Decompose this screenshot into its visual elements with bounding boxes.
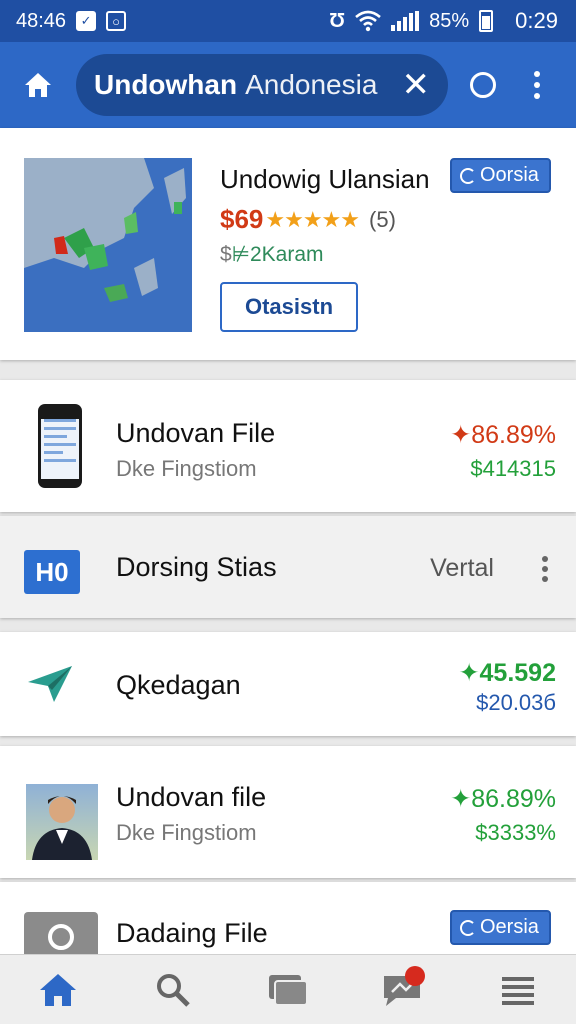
nav-menu-button[interactable] [488, 960, 548, 1020]
list-item[interactable]: H0 Dorsing Stias Vertal [0, 516, 576, 618]
version-badge-label: Oersia [480, 916, 539, 938]
search-query-rest: Andonesia [245, 69, 378, 100]
search-field[interactable]: Undowhan Andonesia ✕ [76, 54, 448, 116]
list-item-title: Undovan File [116, 418, 276, 448]
price-amount: $3333% [475, 820, 556, 845]
list-item[interactable]: Undovan File Dke Fingstiom ✦86.89% $4143… [0, 380, 576, 512]
status-left: 48:46 ✓ ○ [16, 9, 127, 33]
signal-icon [391, 11, 420, 31]
status-time: 48:46 [16, 9, 67, 32]
list-item-title: Dadaing File [116, 918, 268, 948]
item-menu-icon[interactable] [542, 556, 548, 582]
list-item[interactable]: Dadaing File Oersia [0, 882, 576, 954]
usb-icon: Ʊ [329, 9, 346, 32]
price-change: ✦86.89% [450, 785, 556, 813]
featured-card[interactable]: Undowig Ulansian Oorsia $69 ★★★★★ (5) $⊭… [0, 128, 576, 360]
featured-sub-text: ⊭2Karam [231, 243, 324, 266]
list-item-title: Qkedagan [116, 670, 241, 700]
list-item-subtitle: Dke Fingstiom [116, 456, 257, 481]
version-badge[interactable]: Oersia [450, 910, 551, 945]
price-change: ✦45.592 [458, 659, 556, 687]
list-item[interactable]: Qkedagan ✦45.592 $20.03б [0, 632, 576, 736]
avatar [26, 784, 98, 860]
nav-home-button[interactable] [28, 960, 88, 1020]
rating-stars: ★★★★★ [265, 206, 360, 232]
price-rating-row: $69 ★★★★★ (5) [220, 204, 396, 235]
circle-action-icon[interactable] [470, 72, 496, 98]
list-item-title: Undovan file [116, 782, 267, 812]
map-thumbnail [24, 158, 192, 332]
file-icon [24, 912, 98, 954]
send-arrow-icon [28, 666, 72, 702]
price-change: ✦86.89% [450, 421, 556, 449]
menu-icon [502, 976, 535, 1005]
price-amount: $20.03б [476, 690, 556, 715]
battery-icon [479, 10, 494, 32]
camera-notification-icon: ○ [106, 11, 127, 31]
price: $69 [220, 204, 264, 234]
badge-ring-icon [460, 167, 476, 184]
status-right: Ʊ 85% 0:29 [329, 8, 558, 34]
nav-windows-button[interactable] [258, 960, 318, 1020]
version-badge[interactable]: Oorsia [450, 158, 551, 193]
battery-percent: 85% [429, 9, 470, 32]
featured-action-button[interactable]: Otasistn [220, 282, 358, 332]
rating-count: (5) [369, 206, 396, 232]
featured-subtitle: $⊭2Karam [220, 242, 324, 267]
list-item[interactable]: Undovan file Dke Fingstiom ✦86.89% $3333… [0, 746, 576, 878]
nav-messages-button[interactable] [373, 960, 433, 1020]
clear-search-icon[interactable]: ✕ [402, 68, 431, 102]
bottom-navigation [0, 954, 576, 1024]
check-notification-icon: ✓ [76, 11, 97, 31]
windows-icon [268, 974, 308, 1006]
status-bar: 48:46 ✓ ○ Ʊ 85% 0:29 [0, 0, 576, 42]
overflow-menu-icon[interactable] [534, 71, 540, 99]
badge-ring-icon [460, 919, 476, 936]
search-query-bold: Undowhan [94, 69, 238, 100]
h0-app-icon: H0 [24, 550, 80, 594]
app-bar: Undowhan Andonesia ✕ [0, 42, 576, 128]
wifi-icon [355, 10, 381, 32]
featured-title: Undowig Ulansian [220, 164, 430, 194]
home-icon [39, 973, 76, 1006]
search-icon [156, 973, 190, 1007]
price-amount: $414315 [470, 456, 556, 481]
featured-sub-prefix: $ [220, 243, 232, 266]
version-badge-label: Oorsia [480, 164, 539, 186]
home-icon [25, 73, 51, 97]
list-item-subtitle: Dke Fingstiom [116, 820, 257, 845]
status-clock: 0:29 [515, 8, 558, 33]
list-item-title: Dorsing Stias [116, 552, 277, 582]
home-button[interactable] [0, 42, 76, 128]
list-item-meta: Vertal [430, 554, 494, 582]
notification-dot [405, 965, 426, 986]
nav-search-button[interactable] [143, 960, 203, 1020]
phone-thumbnail [38, 404, 82, 488]
